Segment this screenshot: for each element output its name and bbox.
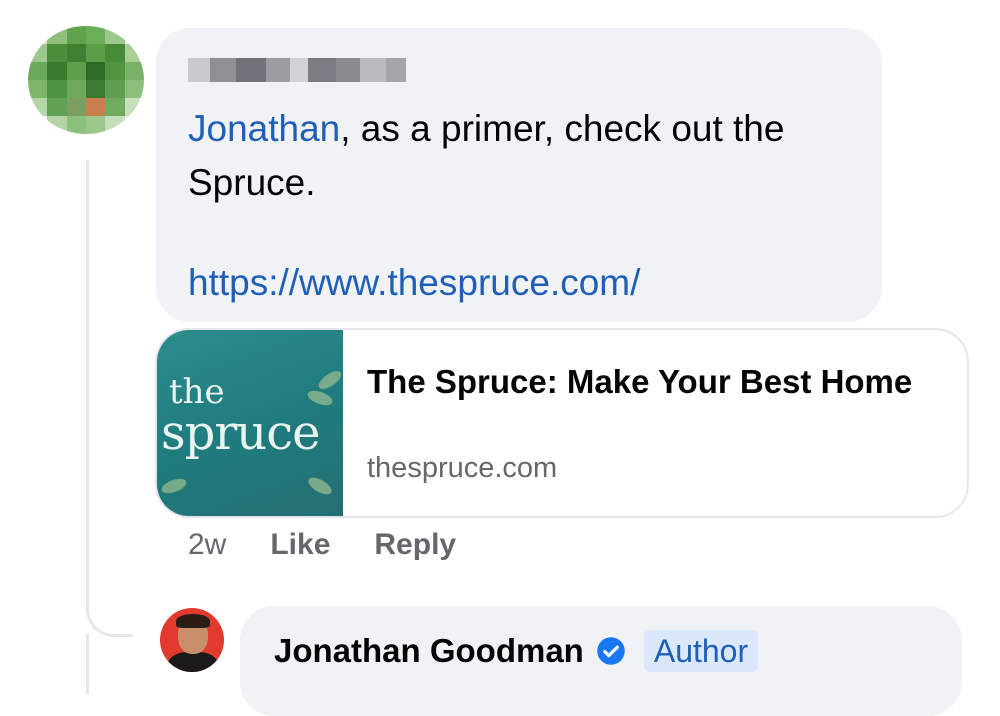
avatar-shirt: [168, 652, 218, 672]
reply-header: Jonathan Goodman Author: [274, 630, 759, 672]
comment-bubble: Jonathan, as a primer, check out the Spr…: [156, 28, 882, 322]
reply-bubble: Jonathan Goodman Author: [240, 606, 962, 716]
verified-check-icon: [597, 637, 625, 665]
link-preview-title: The Spruce: Make Your Best Home: [367, 363, 913, 400]
like-button[interactable]: Like: [270, 528, 330, 562]
comment-text: Jonathan, as a primer, check out the Spr…: [188, 102, 868, 210]
comment-timestamp[interactable]: 2w: [188, 528, 226, 562]
comment-actions: 2w Like Reply: [188, 528, 500, 562]
commenter-avatar-pixelated[interactable]: [28, 26, 144, 134]
thread-connector: [86, 590, 133, 637]
mention-link[interactable]: Jonathan: [188, 108, 340, 149]
link-preview-domain: thespruce.com: [367, 452, 558, 484]
thread-line: [86, 160, 89, 600]
author-badge: Author: [643, 630, 759, 672]
reply-author-name[interactable]: Jonathan Goodman: [274, 632, 584, 670]
reply-button[interactable]: Reply: [374, 528, 456, 562]
comment-url-link[interactable]: https://www.thespruce.com/: [188, 260, 640, 306]
thumbnail-logo-spruce: spruce: [161, 405, 321, 461]
avatar-hair: [176, 614, 210, 628]
commenter-name-pixelated[interactable]: [188, 58, 406, 82]
thread-line-lower: [86, 634, 89, 694]
link-preview-thumbnail: the spruce: [157, 330, 345, 516]
link-preview-card[interactable]: the spruce The Spruce: Make Your Best Ho…: [155, 328, 969, 518]
reply-author-avatar[interactable]: [160, 608, 224, 672]
